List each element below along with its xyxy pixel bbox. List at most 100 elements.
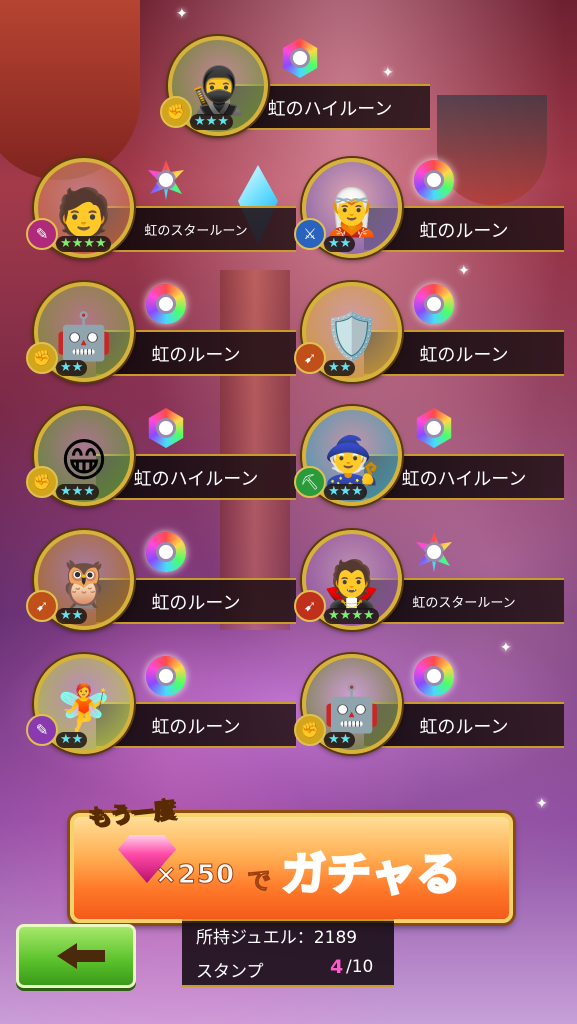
left-arrow-icon (57, 943, 77, 969)
result-card[interactable]: 虹のルーン 🤖 ✊ ★ ★ (26, 280, 296, 384)
info-panel: 所持ジュエル：2189 スタンプ 4 /10 (182, 919, 394, 987)
star-icon: ★ (339, 608, 352, 623)
rarity-stars: ★ ★ (324, 732, 356, 748)
result-card[interactable]: 虹のルーン 🛡️ ➹ ★ ★ (294, 280, 564, 384)
rarity-stars: ★ ★ ★ (56, 484, 99, 500)
rainbow-rune-icon (148, 160, 184, 200)
axe-icon: ⛏ (294, 466, 326, 498)
character-face-icon: 🤖 (323, 680, 381, 735)
rainbow-rune-icon (148, 408, 184, 448)
star-icon: ★ (339, 360, 352, 375)
rune-core (156, 170, 176, 190)
rainbow-rune-icon (416, 408, 452, 448)
result-card[interactable]: 虹のハイルーン 🥷 ✊ ★ ★ ★ (160, 34, 430, 138)
background-pillar (0, 0, 140, 180)
star-icon: ★ (328, 360, 340, 375)
character-face-icon: 🧛 (323, 556, 381, 611)
rainbow-rune-icon (414, 284, 454, 324)
fist-icon: ✊ (294, 714, 326, 746)
rainbow-rune-icon (414, 160, 454, 200)
gacha-action-label: ガチャる (281, 848, 463, 902)
star-icon: ★ (60, 236, 72, 251)
star-icon: ★ (94, 236, 107, 251)
star-icon: ★ (217, 114, 229, 129)
sparkle-icon: ✦ (458, 263, 470, 279)
fist-icon: ✊ (26, 466, 58, 498)
star-icon: ★ (328, 484, 340, 499)
rune-core (424, 666, 444, 686)
jewel-count: 所持ジュエル：2189 (196, 928, 358, 948)
fist-icon: ✊ (26, 342, 58, 374)
result-card[interactable]: 虹のルーン 🤖 ✊ ★ ★ (294, 652, 564, 756)
left-arrow-icon-bar (75, 950, 105, 962)
gem-cost: ×250 (154, 860, 236, 891)
star-icon: ★ (71, 732, 84, 747)
star-icon: ★ (351, 484, 363, 499)
back-button[interactable] (16, 924, 136, 988)
star-icon: ★ (60, 732, 72, 747)
star-icon: ★ (60, 484, 72, 499)
star-icon: ★ (351, 608, 363, 623)
rarity-stars: ★ ★ (56, 360, 88, 376)
stamp-current: 4 (330, 956, 344, 978)
rarity-stars: ★ ★ ★ (190, 114, 233, 130)
star-icon: ★ (60, 608, 72, 623)
sparkle-icon: ✦ (536, 796, 548, 812)
star-icon: ★ (339, 236, 352, 251)
gem-cost-suffix: で (247, 867, 272, 896)
rune-core (424, 542, 444, 562)
rune-core (156, 666, 176, 686)
rainbow-rune-icon (146, 656, 186, 696)
result-card[interactable]: 虹のスタールーン 🧑 ✎ ★ ★ ★ ★ (26, 156, 296, 260)
rainbow-rune-icon (414, 656, 454, 696)
result-card[interactable]: 虹のルーン 🦉 ➹ ★ ★ (26, 528, 296, 632)
character-face-icon: 🧚 (55, 680, 113, 735)
rarity-stars: ★ ★ (324, 360, 356, 376)
star-icon: ★ (71, 608, 84, 623)
star-icon: ★ (83, 484, 95, 499)
star-icon: ★ (71, 360, 84, 375)
rarity-stars: ★ ★ (56, 608, 88, 624)
rainbow-rune-icon (282, 38, 318, 78)
rainbow-rune-icon (146, 284, 186, 324)
star-icon: ★ (339, 732, 352, 747)
stamp-label: スタンプ (196, 962, 264, 982)
star-icon: ★ (328, 236, 340, 251)
fist-icon: ✊ (160, 96, 192, 128)
result-card[interactable]: 虹のハイルーン 🧙 ⛏ ★ ★ ★ (294, 404, 564, 508)
rarity-stars: ★ ★ ★ ★ (324, 608, 379, 624)
result-card[interactable]: 虹のハイルーン 😁 ✊ ★ ★ ★ (26, 404, 296, 508)
character-face-icon: 🧑 (55, 184, 113, 239)
result-card[interactable]: 虹のルーン 🧝 ⚔ ★ ★ (294, 156, 564, 260)
character-face-icon: 🧙 (323, 432, 381, 487)
star-icon: ★ (71, 236, 84, 251)
bow-icon: ➹ (26, 590, 58, 622)
stamp-total: /10 (346, 957, 374, 977)
bow-icon: ➹ (294, 342, 326, 374)
rune-core (290, 48, 310, 68)
star-icon: ★ (205, 114, 218, 129)
result-card[interactable]: 虹のスタールーン 🧛 ➹ ★ ★ ★ ★ (294, 528, 564, 632)
rune-core (424, 418, 444, 438)
sword-icon: ⚔ (294, 218, 326, 250)
result-card[interactable]: 虹のルーン 🧚 ✎ ★ ★ (26, 652, 296, 756)
rune-core (424, 294, 444, 314)
staff-icon: ✎ (26, 714, 58, 746)
rarity-stars: ★ ★ (324, 236, 356, 252)
star-icon: ★ (60, 360, 72, 375)
character-face-icon: 🛡️ (323, 308, 381, 363)
character-face-icon: 🦉 (55, 556, 113, 611)
character-face-icon: 🥷 (189, 62, 247, 117)
star-icon: ★ (71, 484, 84, 499)
star-icon: ★ (83, 236, 95, 251)
rainbow-rune-icon (416, 532, 452, 572)
rarity-stars: ★ ★ (56, 732, 88, 748)
star-icon: ★ (362, 608, 375, 623)
star-icon: ★ (339, 484, 352, 499)
rarity-stars: ★ ★ ★ (324, 484, 367, 500)
star-icon: ★ (328, 732, 340, 747)
star-icon: ★ (328, 608, 340, 623)
rune-core (156, 418, 176, 438)
character-face-icon: 😁 (60, 432, 108, 487)
rune-core (156, 542, 176, 562)
